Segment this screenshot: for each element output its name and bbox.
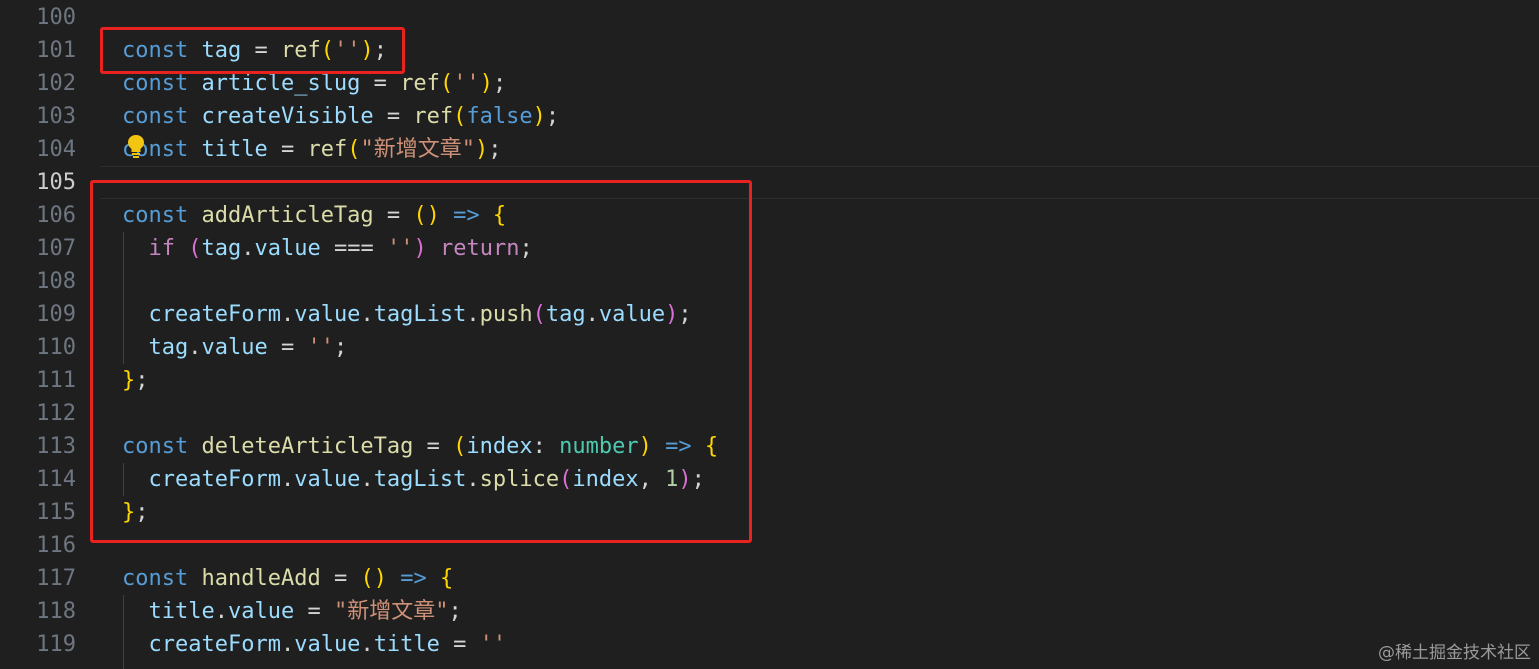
code-token: value — [227, 599, 295, 624]
watermark: @稀土掘金技术社区 — [1378, 643, 1531, 663]
code-line[interactable]: 103 const createVisible = ref(false); — [0, 100, 1539, 133]
code-token: title — [201, 137, 268, 162]
line-number: 111 — [36, 368, 76, 393]
line-number: 107 — [36, 236, 76, 261]
highlight-box-tag-functions — [90, 180, 752, 543]
code-token: () — [360, 566, 387, 591]
line-number: 101 — [36, 38, 76, 63]
line-number: 117 — [36, 566, 76, 591]
code-text: const createVisible = ref(false); — [122, 100, 559, 133]
code-token: ) — [532, 104, 546, 129]
line-number: 100 — [36, 5, 76, 30]
code-token: = — [373, 104, 414, 129]
line-number: 115 — [36, 500, 76, 525]
line-number: 104 — [36, 137, 76, 162]
code-token: { — [439, 566, 454, 591]
code-token: '' — [453, 71, 480, 96]
code-text: const title = ref("新增文章"); — [122, 133, 501, 166]
line-number: 116 — [36, 533, 76, 558]
code-token: "新增文章" — [360, 137, 475, 162]
highlight-box-tag-declaration — [100, 27, 405, 74]
code-token: const — [122, 566, 189, 591]
code-token: = — [360, 71, 401, 96]
code-token: false — [466, 104, 533, 129]
code-token: const — [122, 71, 189, 96]
code-token: "新增文章" — [333, 599, 449, 624]
code-token: ; — [492, 71, 507, 96]
line-number: 106 — [36, 203, 76, 228]
code-token: title — [148, 599, 215, 624]
code-token: ( — [347, 137, 361, 162]
lightbulb-icon[interactable] — [127, 134, 145, 158]
code-token: ref — [400, 71, 440, 96]
code-line[interactable]: 118 title.value = "新增文章"; — [0, 595, 1539, 628]
code-token: ref — [307, 137, 348, 162]
indent-guide — [123, 595, 124, 669]
code-token: title — [373, 632, 440, 657]
code-line[interactable]: 119 createForm.value.title = '' — [0, 628, 1539, 661]
code-token: ; — [545, 104, 560, 129]
code-token: . — [360, 632, 374, 657]
code-token: . — [214, 599, 228, 624]
code-text: const handleAdd = () => { — [122, 562, 453, 595]
code-text: createForm.value.title = '' — [122, 628, 507, 661]
line-number: 114 — [36, 467, 76, 492]
code-token: ; — [488, 137, 502, 162]
code-token: ) — [479, 71, 493, 96]
line-number: 112 — [36, 401, 76, 426]
code-editor[interactable]: 100 101 const tag = ref(''); 102 const artic… — [0, 0, 1539, 669]
code-token: = — [320, 566, 361, 591]
code-token: . — [280, 632, 295, 657]
code-token: createForm — [148, 632, 281, 657]
code-token: ( — [453, 104, 467, 129]
code-token: '' — [479, 632, 507, 657]
code-token: ref — [413, 104, 454, 129]
line-number: 113 — [36, 434, 76, 459]
line-number: 108 — [36, 269, 76, 294]
code-line[interactable]: 104 const title = ref("新增文章"); — [0, 133, 1539, 166]
line-number: 103 — [36, 104, 76, 129]
code-token: ) — [474, 137, 489, 162]
line-number: 119 — [36, 632, 76, 657]
line-number: 109 — [36, 302, 76, 327]
line-number: 105 — [36, 170, 76, 195]
code-token: ( — [439, 71, 454, 96]
code-token: value — [294, 632, 361, 657]
code-token: createVisible — [201, 104, 374, 129]
code-token: article_slug — [201, 71, 361, 96]
code-line[interactable]: 117 const handleAdd = () => { — [0, 562, 1539, 595]
code-token: = — [267, 137, 308, 162]
line-number: 118 — [36, 599, 76, 624]
code-token: = — [294, 599, 334, 624]
code-token: ; — [448, 599, 462, 624]
code-token: => — [400, 566, 427, 591]
code-text: title.value = "新增文章"; — [122, 595, 462, 628]
code-token: const — [122, 104, 189, 129]
line-number: 110 — [36, 335, 76, 360]
line-number: 102 — [36, 71, 76, 96]
code-token: handleAdd — [201, 566, 321, 591]
code-token: = — [439, 632, 480, 657]
